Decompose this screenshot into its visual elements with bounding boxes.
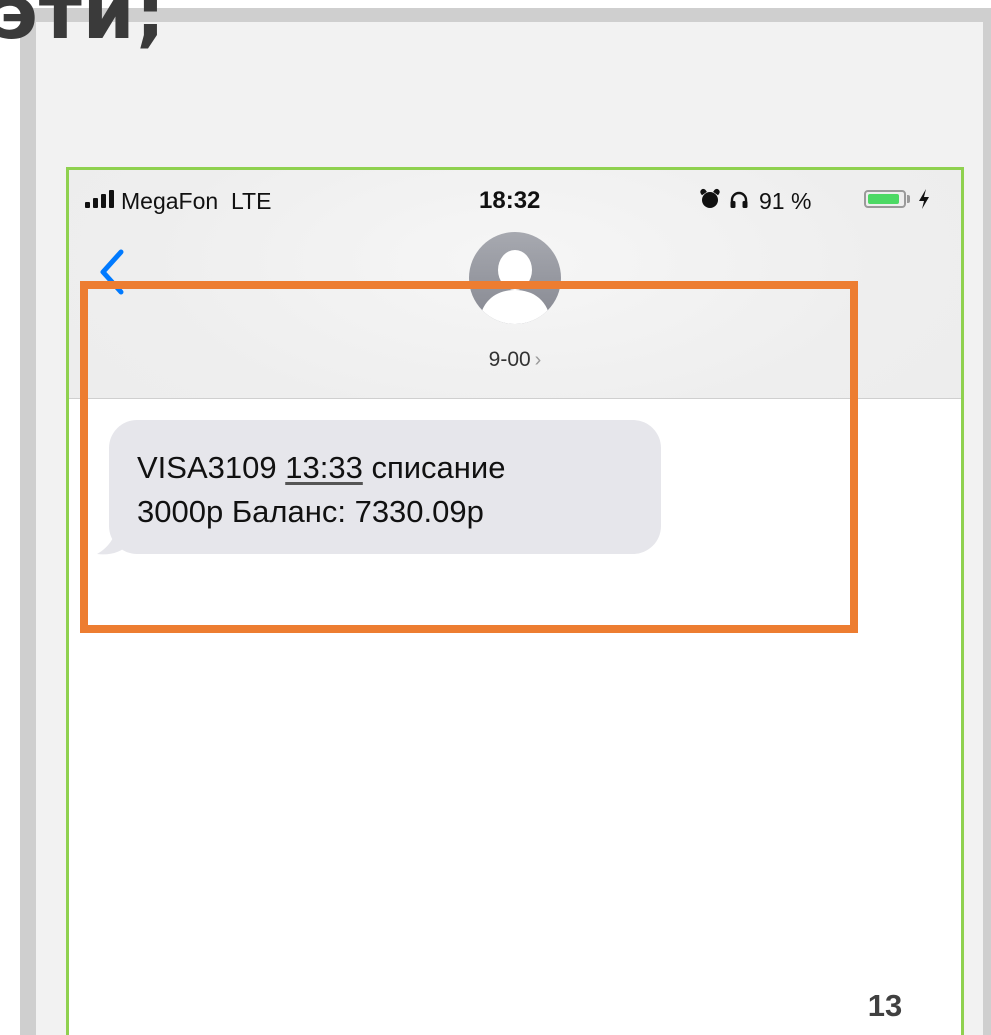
network-type: LTE (230, 188, 272, 214)
charging-bolt-icon (919, 189, 929, 209)
chevron-left-icon[interactable] (97, 248, 127, 296)
message-line1-rest: списание (371, 450, 506, 485)
battery-icon (864, 190, 906, 208)
conversation-header: MegaFon LTE 18:32 91 % 9-00 › (69, 170, 961, 398)
contact-name: 9-00 (488, 348, 531, 371)
slide: эти; MegaFon LTE 18:32 91 % 9-00 › VISA3… (0, 0, 991, 1035)
battery-tip (907, 195, 910, 203)
contact-avatar[interactable] (469, 232, 561, 324)
contact-name-button[interactable]: 9-00 › (449, 348, 581, 372)
status-time: 18:32 (479, 187, 541, 214)
alarm-icon (702, 192, 718, 208)
person-silhouette-icon (479, 250, 551, 324)
battery-percent: 91 % (759, 188, 812, 214)
phone-screenshot: MegaFon LTE 18:32 91 % 9-00 › VISA3109 1… (66, 167, 964, 1035)
carrier-name: MegaFon (121, 188, 219, 214)
message-time-link[interactable]: 13:33 (285, 450, 363, 485)
header-divider (69, 398, 961, 399)
chevron-right-icon: › (534, 349, 542, 371)
carrier-label: MegaFon LTE (121, 188, 271, 215)
message-line2: 3000р Баланс: 7330.09р (137, 494, 484, 529)
headphones-icon (730, 191, 748, 208)
message-text: VISA3109 13:33 списание 3000р Баланс: 73… (137, 446, 657, 534)
status-bar: MegaFon LTE 18:32 91 % (69, 170, 961, 230)
battery-fill (868, 194, 899, 204)
signal-bars-icon (85, 190, 114, 208)
message-card-id: VISA3109 (137, 450, 277, 485)
page-number: 13 (867, 988, 903, 1023)
slide-heading: эти; (0, 0, 167, 56)
